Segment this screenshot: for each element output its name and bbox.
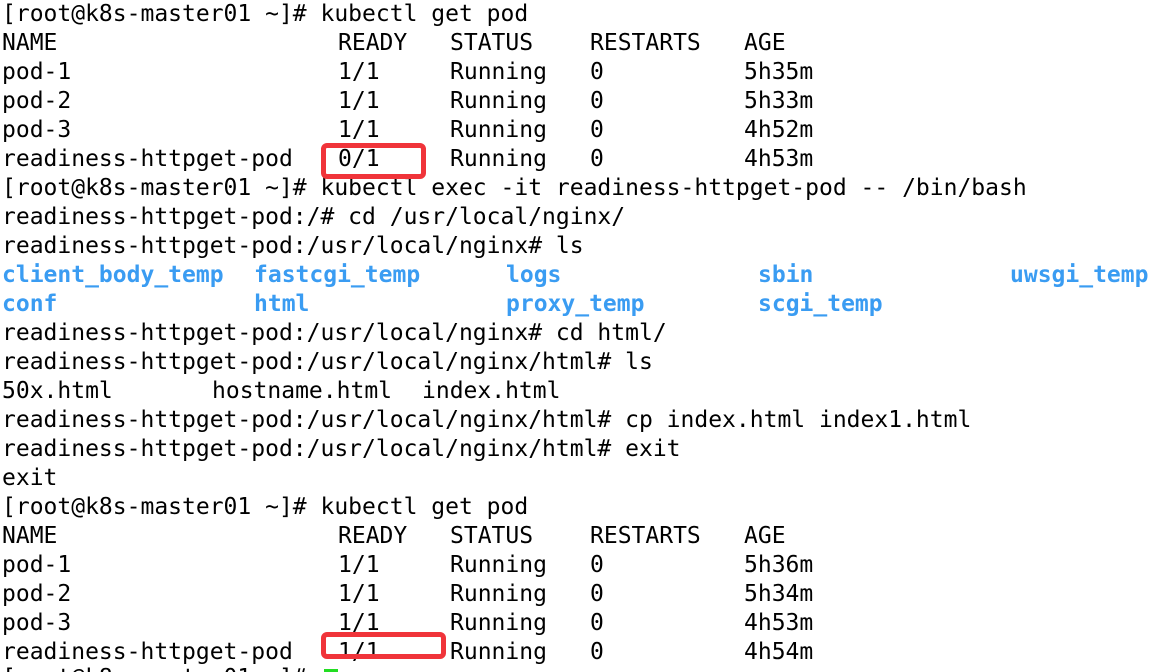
directory-entry: fastcgi_temp — [254, 262, 421, 288]
pod-status: Running — [450, 552, 547, 578]
table-row: pod-1 1/1 Running 0 5h35m — [2, 58, 813, 87]
pod-status: Running — [450, 146, 547, 172]
pod-status: Running — [450, 59, 547, 85]
directory-entry: scgi_temp — [758, 291, 883, 317]
header-age: AGE — [744, 523, 786, 549]
pod-name: pod-1 — [2, 59, 72, 85]
pod-name: pod-3 — [2, 117, 72, 143]
pod-restarts: 0 — [590, 59, 604, 85]
ls-output-row: client_body_temp fastcgi_temp logs sbin … — [2, 261, 1148, 290]
table-row: pod-2 1/1 Running 0 5h33m — [2, 87, 813, 116]
pod-name: pod-1 — [2, 552, 72, 578]
pod-name: pod-2 — [2, 581, 72, 607]
output-line: exit — [2, 465, 58, 491]
pod-age: 5h34m — [744, 581, 814, 607]
pod-restarts: 0 — [590, 88, 604, 114]
command-line: readiness-httpget-pod:/usr/local/nginx/h… — [2, 436, 681, 462]
header-name: NAME — [2, 523, 58, 549]
table-header: NAME READY STATUS RESTARTS AGE — [2, 29, 786, 58]
shell-prompt: [root@k8s-master01 ~]# — [2, 664, 307, 672]
header-ready: READY — [338, 523, 408, 549]
directory-entry: uwsgi_temp — [1010, 262, 1149, 288]
pod-restarts: 0 — [590, 610, 604, 636]
file-entry: index.html — [422, 378, 561, 404]
header-restarts: RESTARTS — [590, 30, 701, 56]
ls-output-row: conf html proxy_temp scgi_temp — [2, 290, 883, 319]
pod-name: readiness-httpget-pod — [2, 639, 293, 665]
table-row: readiness-httpget-pod 1/1 Running 0 4h54… — [2, 638, 813, 667]
pod-name: pod-3 — [2, 610, 72, 636]
header-name: NAME — [2, 30, 58, 56]
header-status: STATUS — [450, 30, 534, 56]
command-line: readiness-httpget-pod:/usr/local/nginx/h… — [2, 407, 972, 433]
pod-status: Running — [450, 610, 547, 636]
active-prompt-line[interactable]: [root@k8s-master01 ~]# — [2, 664, 338, 672]
header-status: STATUS — [450, 523, 534, 549]
file-entry: hostname.html — [212, 378, 393, 404]
pod-status: Running — [450, 88, 547, 114]
command-line: [root@k8s-master01 ~]# kubectl exec -it … — [2, 175, 1027, 201]
file-entry: 50x.html — [2, 378, 113, 404]
pod-ready: 1/1 — [338, 117, 380, 143]
terminal-window[interactable]: [root@k8s-master01 ~]# kubectl get pod N… — [0, 0, 1166, 672]
pod-restarts: 0 — [590, 639, 604, 665]
pod-ready: 1/1 — [338, 88, 380, 114]
header-ready: READY — [338, 30, 408, 56]
table-row: pod-3 1/1 Running 0 4h53m — [2, 609, 813, 638]
command-line: readiness-httpget-pod:/usr/local/nginx# … — [2, 233, 584, 259]
pod-age: 5h36m — [744, 552, 814, 578]
highlight-box-ready-0-of-1 — [321, 143, 426, 179]
directory-entry: html — [254, 291, 310, 317]
pod-status: Running — [450, 639, 547, 665]
pod-ready: 1/1 — [338, 581, 380, 607]
pod-age: 4h53m — [744, 610, 814, 636]
pod-restarts: 0 — [590, 581, 604, 607]
directory-entry: conf — [2, 291, 58, 317]
table-row: pod-1 1/1 Running 0 5h36m — [2, 551, 813, 580]
pod-age: 4h52m — [744, 117, 814, 143]
pod-name: readiness-httpget-pod — [2, 146, 293, 172]
command-line: readiness-httpget-pod:/# cd /usr/local/n… — [2, 204, 626, 230]
pod-ready: 1/1 — [338, 59, 380, 85]
pod-status: Running — [450, 117, 547, 143]
table-row: readiness-httpget-pod 0/1 Running 0 4h53… — [2, 145, 813, 174]
pod-name: pod-2 — [2, 88, 72, 114]
pod-age: 5h35m — [744, 59, 814, 85]
ls-output-row: 50x.html hostname.html index.html — [2, 377, 560, 406]
pod-restarts: 0 — [590, 552, 604, 578]
directory-entry: logs — [506, 262, 562, 288]
pod-age: 5h33m — [744, 88, 814, 114]
table-row: pod-2 1/1 Running 0 5h34m — [2, 580, 813, 609]
pod-age: 4h54m — [744, 639, 814, 665]
pod-restarts: 0 — [590, 146, 604, 172]
command-line: readiness-httpget-pod:/usr/local/nginx/h… — [2, 349, 653, 375]
command-line: [root@k8s-master01 ~]# kubectl get pod — [2, 494, 529, 520]
directory-entry: sbin — [758, 262, 814, 288]
pod-status: Running — [450, 581, 547, 607]
command-line: [root@k8s-master01 ~]# kubectl get pod — [2, 1, 529, 27]
pod-ready: 1/1 — [338, 552, 380, 578]
directory-entry: client_body_temp — [2, 262, 224, 288]
pod-restarts: 0 — [590, 117, 604, 143]
directory-entry: proxy_temp — [506, 291, 645, 317]
table-row: pod-3 1/1 Running 0 4h52m — [2, 116, 813, 145]
highlight-box-ready-1-of-1 — [321, 632, 446, 659]
header-restarts: RESTARTS — [590, 523, 701, 549]
header-age: AGE — [744, 30, 786, 56]
command-line: readiness-httpget-pod:/usr/local/nginx# … — [2, 320, 667, 346]
table-header: NAME READY STATUS RESTARTS AGE — [2, 522, 786, 551]
pod-age: 4h53m — [744, 146, 814, 172]
